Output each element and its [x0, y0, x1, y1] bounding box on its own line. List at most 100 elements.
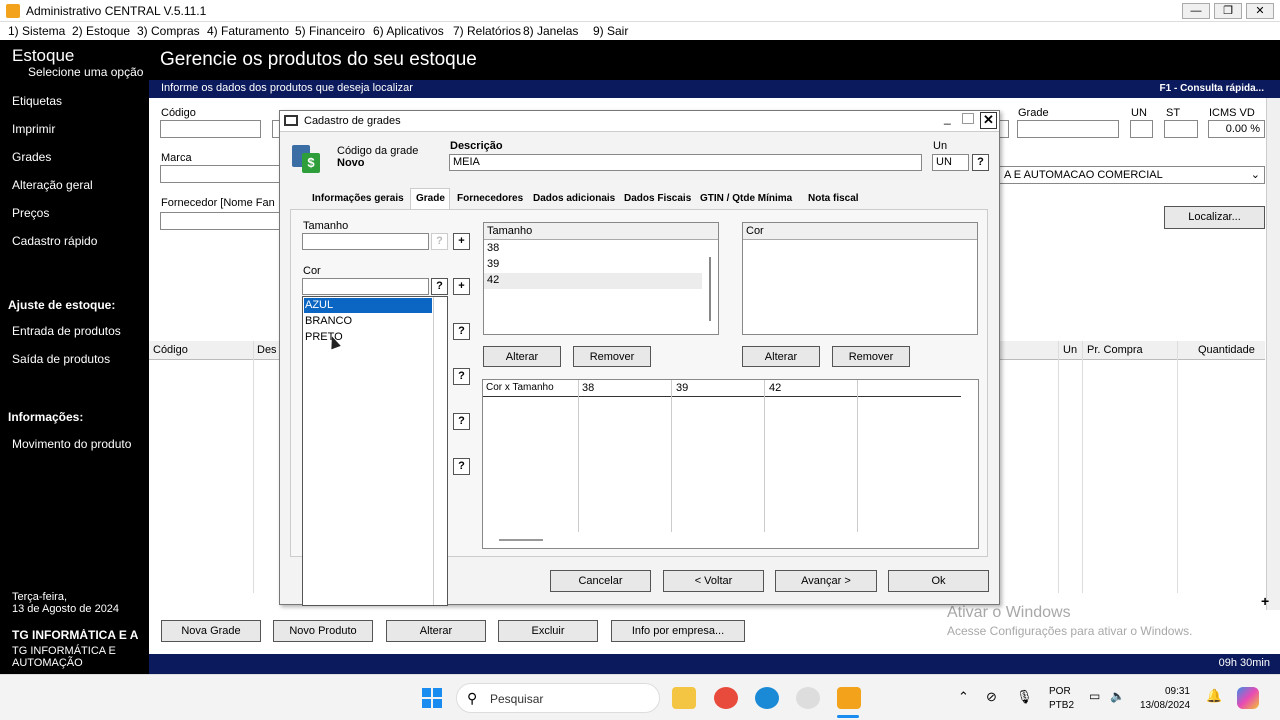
sidebar-item-precos[interactable]: Preços [12, 206, 49, 220]
cor-input[interactable] [302, 278, 429, 295]
column-descricao[interactable]: Des [257, 344, 277, 356]
menu-sair[interactable]: 9) Sair [593, 24, 628, 38]
column-un[interactable]: Un [1063, 344, 1077, 356]
tab-nota-fiscal[interactable]: Nota fiscal [808, 193, 859, 204]
chrome-icon[interactable] [714, 687, 738, 709]
st-input[interactable] [1164, 120, 1198, 138]
tab-dados-adicionais[interactable]: Dados adicionais [533, 193, 615, 204]
volume-icon[interactable]: 🔈 [1110, 689, 1125, 703]
dialog-maximize-icon[interactable] [962, 113, 974, 124]
column-quantidade[interactable]: Quantidade [1198, 344, 1255, 356]
dropdown-option-branco[interactable]: BRANCO [305, 315, 352, 327]
cancelar-button[interactable]: Cancelar [550, 570, 651, 592]
sidebar-item-etiquetas[interactable]: Etiquetas [12, 94, 62, 108]
list-scrollbar[interactable] [709, 257, 711, 321]
grade-input[interactable] [1017, 120, 1119, 138]
help-button[interactable]: ? [453, 323, 470, 340]
tab-grade[interactable]: Grade [416, 193, 445, 204]
alterar-button[interactable]: Alterar [386, 620, 486, 642]
sidebar-item-grades[interactable]: Grades [12, 150, 51, 164]
language-indicator[interactable]: POR PTB2 [1049, 685, 1074, 713]
un-field[interactable]: UN [932, 154, 969, 171]
cor-remover-button[interactable]: Remover [832, 346, 910, 367]
sidebar-item-movimento-produto[interactable]: Movimento do produto [12, 437, 131, 451]
fornecedor-input[interactable] [160, 212, 280, 230]
nova-grade-button[interactable]: Nova Grade [161, 620, 261, 642]
column-pr-compra[interactable]: Pr. Compra [1087, 344, 1143, 356]
dialog-close-icon[interactable]: ✕ [980, 112, 997, 129]
menu-estoque[interactable]: 2) Estoque [72, 24, 130, 38]
menu-sistema[interactable]: 1) Sistema [8, 24, 65, 38]
sidebar-item-alteracao-geral[interactable]: Alteração geral [12, 178, 93, 192]
menu-janelas[interactable]: 8) Janelas [523, 24, 578, 38]
codigo-input[interactable] [160, 120, 261, 138]
ok-button[interactable]: Ok [888, 570, 989, 592]
windows-start-icon[interactable] [422, 688, 442, 708]
network-icon[interactable]: ▭ [1089, 689, 1100, 703]
grade-input-left[interactable] [999, 120, 1009, 138]
tamanho-input[interactable] [302, 233, 429, 250]
tamanho-add-button[interactable]: + [453, 233, 470, 250]
marca-input[interactable] [160, 165, 280, 183]
dialog-minimize-icon[interactable]: _ [944, 111, 951, 125]
file-explorer-icon[interactable] [672, 687, 696, 709]
chevron-up-icon[interactable]: ⌃ [958, 689, 969, 705]
help-button[interactable]: ? [453, 413, 470, 430]
help-button[interactable]: ? [453, 458, 470, 475]
cor-help-button[interactable]: ? [431, 278, 448, 295]
menu-faturamento[interactable]: 4) Faturamento [207, 24, 289, 38]
menu-aplicativos[interactable]: 6) Aplicativos [373, 24, 444, 38]
voltar-button[interactable]: < Voltar [663, 570, 764, 592]
sidebar-item-entrada-produtos[interactable]: Entrada de produtos [12, 324, 121, 338]
info-por-empresa-button[interactable]: Info por empresa... [611, 620, 745, 642]
menu-financeiro[interactable]: 5) Financeiro [295, 24, 365, 38]
sidebar-item-saida-produtos[interactable]: Saída de produtos [12, 352, 110, 366]
menu-compras[interactable]: 3) Compras [137, 24, 200, 38]
un-input[interactable] [1130, 120, 1153, 138]
tamanho-list: Tamanho 38 39 42 [483, 222, 719, 335]
un-help-button[interactable]: ? [972, 154, 989, 171]
fornecedor-select[interactable]: A E AUTOMACAO COMERCIAL ⌄ [999, 166, 1265, 184]
list-item[interactable]: 38 [487, 242, 499, 254]
tamanho-remover-button[interactable]: Remover [573, 346, 651, 367]
tamanho-help-button[interactable]: ? [431, 233, 448, 250]
cor-add-button[interactable]: + [453, 278, 470, 295]
copilot-icon[interactable] [1237, 687, 1259, 709]
microphone-icon[interactable]: 🎙 [1016, 689, 1033, 705]
help-link[interactable]: F1 - Consulta rápida... [1160, 83, 1264, 94]
minimize-button[interactable]: — [1182, 3, 1210, 19]
column-codigo[interactable]: Código [153, 344, 188, 356]
restore-button[interactable]: ❐ [1214, 3, 1242, 19]
novo-produto-button[interactable]: Novo Produto [273, 620, 373, 642]
cor-alterar-button[interactable]: Alterar [742, 346, 820, 367]
excluir-button[interactable]: Excluir [498, 620, 598, 642]
clock[interactable]: 09:31 13/08/2024 [1140, 685, 1190, 713]
list-item[interactable]: 39 [487, 258, 499, 270]
help-button[interactable]: ? [453, 368, 470, 385]
localizar-button[interactable]: Localizar... [1164, 206, 1265, 229]
add-icon[interactable]: + [1261, 593, 1269, 609]
avancar-button[interactable]: Avançar > [775, 570, 877, 592]
obs-icon[interactable] [796, 687, 820, 709]
menu-relatorios[interactable]: 7) Relatórios [453, 24, 521, 38]
vertical-scrollbar[interactable] [1266, 98, 1280, 610]
tab-fornecedores[interactable]: Fornecedores [457, 193, 523, 204]
sidebar-item-imprimir[interactable]: Imprimir [12, 122, 55, 136]
edge-icon[interactable] [755, 687, 779, 709]
tamanho-alterar-button[interactable]: Alterar [483, 346, 561, 367]
tab-dados-fiscais[interactable]: Dados Fiscais [624, 193, 691, 204]
matrix-hscrollbar[interactable] [499, 539, 543, 541]
taskbar-search[interactable]: ⚲ Pesquisar [456, 683, 660, 713]
icms-input[interactable]: 0.00 % [1208, 120, 1265, 138]
central-app-icon[interactable] [837, 687, 861, 709]
descricao-field[interactable]: MEIA [449, 154, 922, 171]
tab-informacoes-gerais[interactable]: Informações gerais [312, 193, 404, 204]
notification-bell-icon[interactable]: 🔔 [1206, 688, 1222, 704]
dropdown-option-azul[interactable]: AZUL [305, 299, 333, 311]
list-item[interactable]: 42 [487, 274, 499, 286]
sidebar-item-cadastro-rapido[interactable]: Cadastro rápido [12, 234, 97, 248]
shield-icon[interactable]: ⊘ [986, 689, 997, 705]
tab-gtin[interactable]: GTIN / Qtde Mínima [700, 193, 792, 204]
close-button[interactable]: ✕ [1246, 3, 1274, 19]
dropdown-scrollbar-track[interactable] [433, 297, 434, 605]
